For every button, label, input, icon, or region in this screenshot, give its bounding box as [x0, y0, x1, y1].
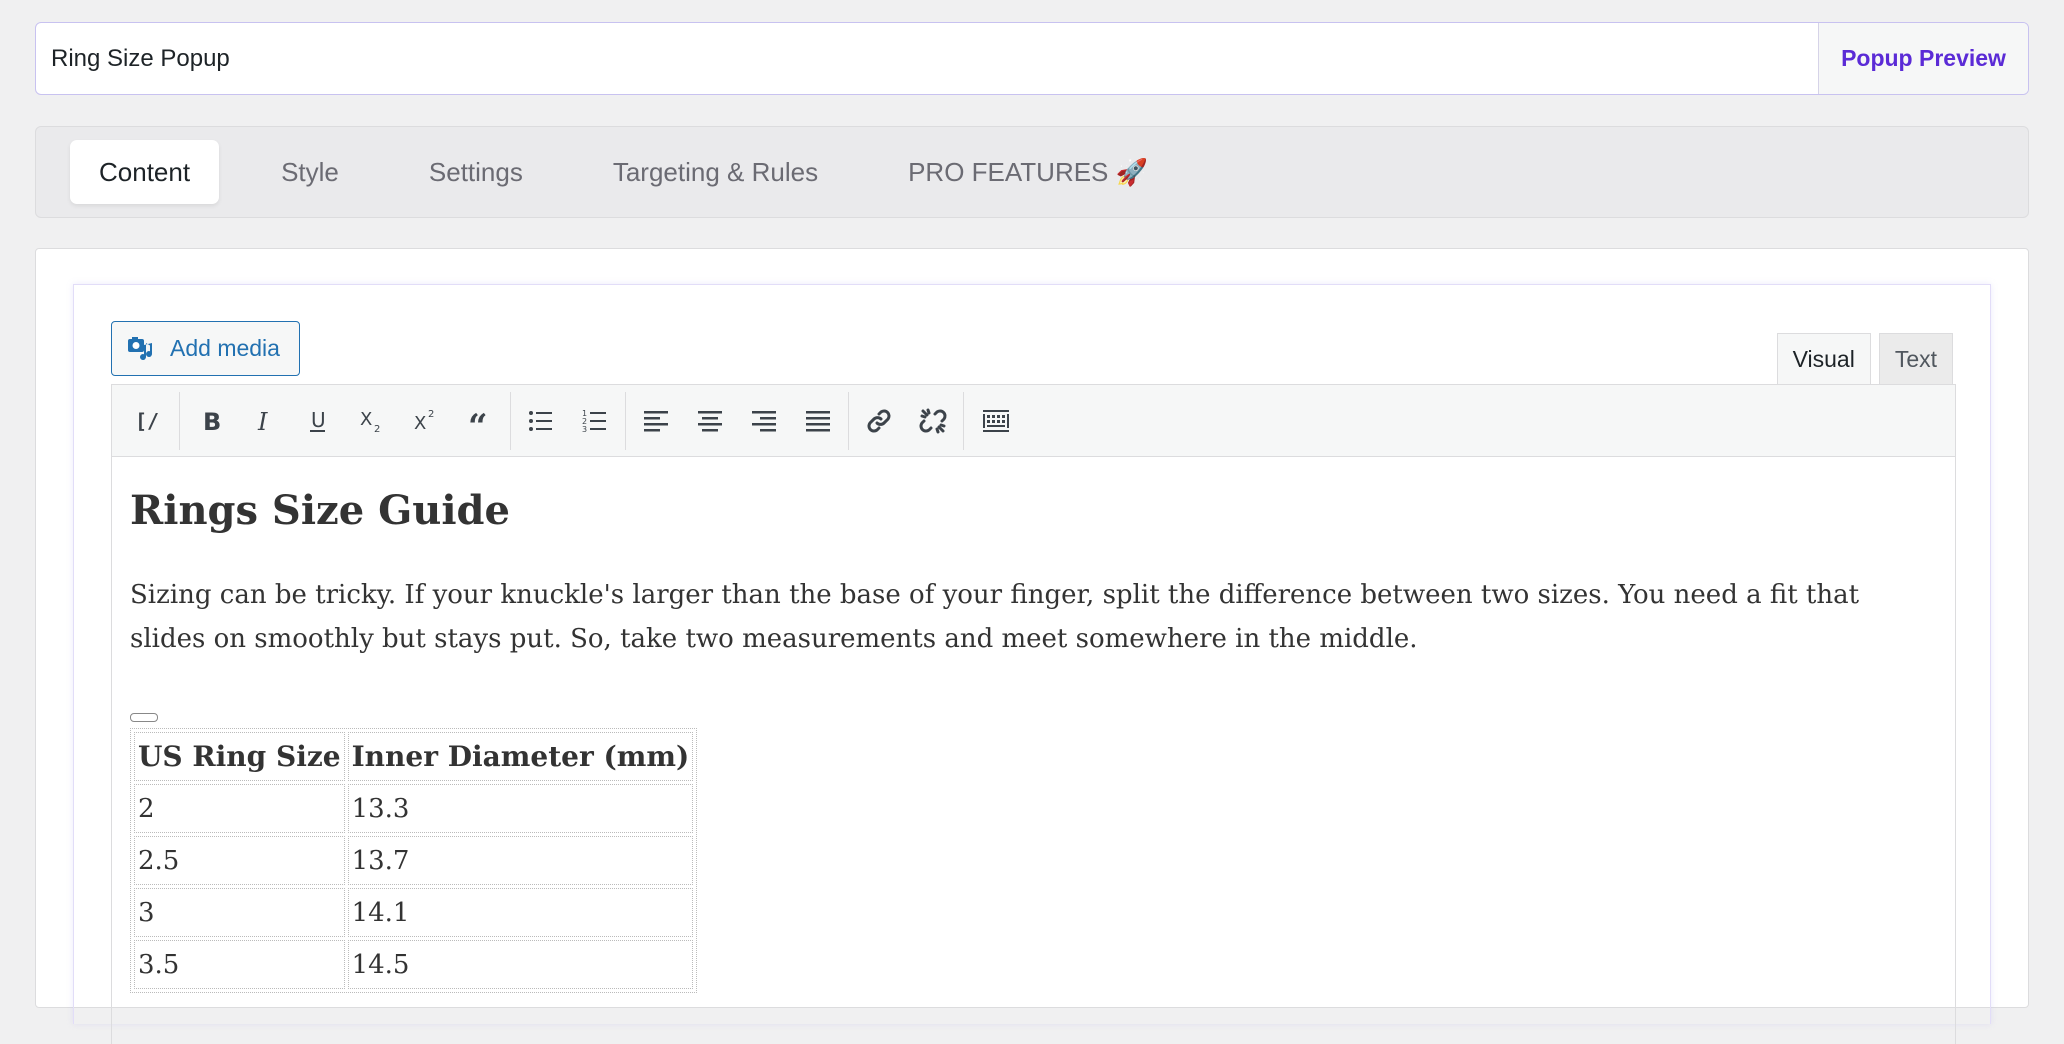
- insert-link-button[interactable]: [852, 394, 906, 448]
- editor-mode-tabs: Visual Text: [1776, 333, 1953, 385]
- svg-text:“: “: [468, 407, 488, 436]
- align-left-icon: [644, 410, 668, 431]
- rich-text-editor: [/] B I U X2 X2 “: [111, 384, 1956, 1044]
- toolbar-divider: [848, 391, 849, 450]
- table-cell: 13.7: [347, 836, 694, 885]
- bullet-list-button[interactable]: [514, 394, 568, 448]
- underline-icon: U: [310, 408, 326, 432]
- table-cell: 3: [134, 888, 345, 937]
- add-media-button[interactable]: Add media: [111, 321, 300, 376]
- align-left-button[interactable]: [629, 394, 683, 448]
- subscript-icon: X2: [360, 409, 380, 435]
- svg-text:3: 3: [582, 425, 587, 434]
- keyboard-icon: [983, 409, 1009, 432]
- bold-button[interactable]: B: [183, 394, 237, 448]
- editor-content[interactable]: Rings Size Guide Sizing can be tricky. I…: [112, 457, 1955, 1023]
- table-row: 2.5 13.7: [134, 836, 694, 885]
- tab-settings[interactable]: Settings: [400, 140, 552, 204]
- editor-wrapper: Add media Visual Text [/] B I U: [73, 284, 1991, 1044]
- popup-preview-button[interactable]: Popup Preview: [1818, 23, 2028, 94]
- table-cell: 13.3: [347, 784, 694, 833]
- link-icon: [867, 409, 891, 432]
- svg-text:X: X: [360, 409, 372, 430]
- content-card: Add media Visual Text [/] B I U: [35, 248, 2029, 1044]
- shortcode-button[interactable]: [/]: [118, 394, 176, 448]
- blockquote-button[interactable]: “: [453, 394, 507, 448]
- align-center-icon: [698, 410, 722, 431]
- table-row: 3 14.1: [134, 888, 694, 937]
- table-row: 3.5 14.5: [134, 940, 694, 989]
- align-center-button[interactable]: [683, 394, 737, 448]
- toolbar-divider: [625, 391, 626, 450]
- tabs-bar: Content Style Settings Targeting & Rules…: [35, 126, 2029, 218]
- unlink-icon: [919, 408, 947, 433]
- ring-size-table: US Ring Size Inner Diameter (mm) 2 13.3 …: [130, 728, 698, 993]
- italic-button[interactable]: I: [237, 394, 291, 448]
- title-bar: Popup Preview: [35, 22, 2029, 95]
- table-cell: 2: [134, 784, 345, 833]
- table-header-cell: Inner Diameter (mm): [347, 732, 694, 781]
- tab-pro-features[interactable]: PRO FEATURES 🚀: [879, 140, 1177, 204]
- remove-link-button[interactable]: [906, 394, 960, 448]
- numbered-list-icon: 123: [582, 409, 606, 434]
- svg-text:I: I: [257, 408, 268, 436]
- bold-icon: B: [203, 408, 221, 436]
- editor-toolbar: [/] B I U X2 X2 “: [112, 385, 1955, 457]
- svg-text:2: 2: [374, 424, 380, 435]
- tab-style[interactable]: Style: [252, 140, 368, 204]
- tab-text[interactable]: Text: [1878, 333, 1953, 385]
- underline-button[interactable]: U: [291, 394, 345, 448]
- superscript-icon: X2: [414, 409, 434, 434]
- add-media-label: Add media: [170, 335, 280, 361]
- popup-title-input[interactable]: [36, 23, 1818, 94]
- table-row: 2 13.3: [134, 784, 694, 833]
- toolbar-toggle-button[interactable]: [967, 394, 1025, 448]
- bullet-list-icon: [529, 410, 552, 431]
- superscript-button[interactable]: X2: [399, 394, 453, 448]
- table-header-row: US Ring Size Inner Diameter (mm): [134, 732, 694, 781]
- toolbar-divider: [510, 391, 511, 450]
- svg-text:U: U: [311, 408, 326, 432]
- svg-text:2: 2: [428, 409, 434, 420]
- media-icon: [128, 336, 153, 360]
- justify-icon: [806, 410, 830, 431]
- shortcode-icon: [/]: [135, 409, 162, 433]
- content-heading: Rings Size Guide: [130, 487, 510, 534]
- table-cell: 3.5: [134, 940, 345, 989]
- align-right-button[interactable]: [737, 394, 791, 448]
- content-paragraph: Sizing can be tricky. If your knuckle's …: [130, 580, 1860, 654]
- numbered-list-button[interactable]: 123: [568, 394, 622, 448]
- table-resize-handle[interactable]: [130, 713, 158, 722]
- tab-targeting-rules[interactable]: Targeting & Rules: [584, 140, 847, 204]
- table-cell: 2.5: [134, 836, 345, 885]
- align-right-icon: [752, 410, 776, 431]
- quote-icon: “: [468, 407, 488, 436]
- svg-text:[/]: [/]: [135, 409, 162, 433]
- tab-content[interactable]: Content: [70, 140, 220, 204]
- justify-button[interactable]: [791, 394, 845, 448]
- toolbar-divider: [963, 391, 964, 450]
- table-cell: 14.5: [347, 940, 694, 989]
- subscript-button[interactable]: X2: [345, 394, 399, 448]
- svg-text:X: X: [414, 413, 426, 434]
- svg-text:B: B: [203, 408, 221, 436]
- table-header-cell: US Ring Size: [134, 732, 345, 781]
- table-cell: 14.1: [347, 888, 694, 937]
- tab-visual[interactable]: Visual: [1776, 333, 1871, 385]
- toolbar-divider: [179, 391, 180, 450]
- italic-icon: I: [257, 408, 268, 436]
